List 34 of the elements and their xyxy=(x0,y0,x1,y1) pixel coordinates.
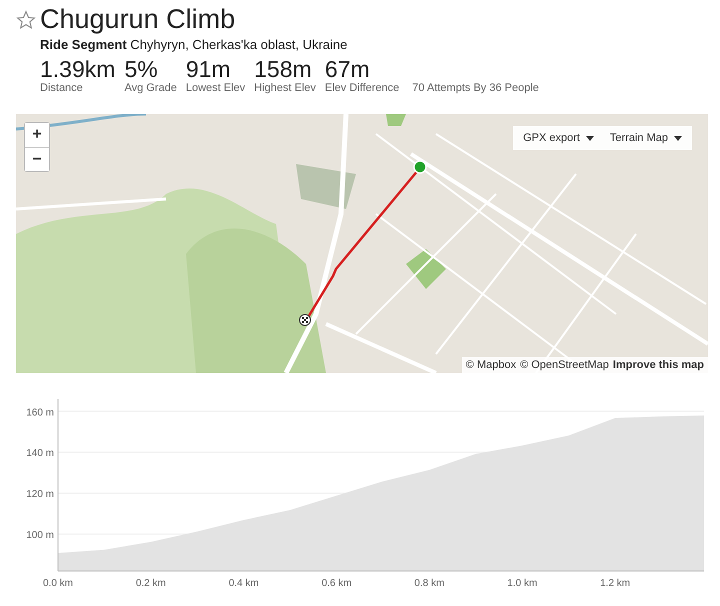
segment-title: Chugurun Climb xyxy=(40,4,236,35)
y-tick-label: 120 m xyxy=(26,489,54,500)
stat-label: Avg Grade xyxy=(124,82,177,94)
improve-map-link[interactable]: Improve this map xyxy=(612,359,704,371)
map-dropdown[interactable]: GPX export xyxy=(519,130,598,146)
attempts-count: 70 Attempts By 36 People xyxy=(412,82,539,94)
stat-value: 5% xyxy=(124,56,159,82)
y-tick-label: 160 m xyxy=(26,407,54,418)
stat-label: Elev Difference xyxy=(324,82,400,94)
start-marker-icon xyxy=(413,160,427,174)
x-tick-label: 0.8 km xyxy=(414,578,444,589)
segment-location: Ride Segment Chyhyryn, Cherkas'ka oblast, Ukraine xyxy=(40,37,348,52)
x-tick-label: 1.0 km xyxy=(507,578,538,589)
x-tick-label: 0.2 km xyxy=(136,578,166,589)
stat-label: Lowest Elev xyxy=(186,82,246,94)
x-tick-label: 0.6 km xyxy=(322,578,352,589)
y-tick-label: 140 m xyxy=(26,448,54,460)
zoom-out-button[interactable]: − xyxy=(25,147,49,171)
stat-label: Highest Elev xyxy=(254,82,316,94)
stat-value: 91m xyxy=(186,56,232,82)
map-dropdown[interactable]: Terrain Map xyxy=(606,130,686,146)
caret-icon xyxy=(586,136,594,140)
star-icon[interactable] xyxy=(16,10,36,30)
x-tick-label: 0.4 km xyxy=(228,578,259,589)
attribution-text: © OpenStreetMap xyxy=(520,359,609,371)
caret-icon xyxy=(674,136,682,140)
x-tick-label: 1.2 km xyxy=(600,578,630,589)
stat-value: 1.39km xyxy=(40,56,116,82)
stat-value: 67m xyxy=(324,56,371,82)
x-tick-label: 0.0 km xyxy=(43,578,73,589)
stat-label: Distance xyxy=(40,82,84,94)
y-tick-label: 100 m xyxy=(26,530,54,542)
stat-value: 158m xyxy=(254,56,313,82)
attribution-text: © Mapbox xyxy=(466,359,516,371)
